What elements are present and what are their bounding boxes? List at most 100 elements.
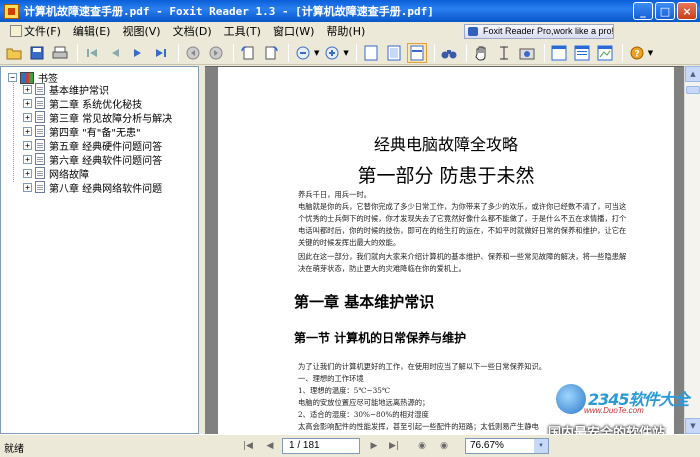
- menu-file[interactable]: 文件(F): [4, 23, 67, 40]
- menu-help[interactable]: 帮助(H): [320, 23, 371, 40]
- minimize-button[interactable]: _: [633, 2, 653, 20]
- menu-document[interactable]: 文档(D): [167, 23, 218, 40]
- toolbar-separator: [543, 43, 545, 62]
- fit-width-icon[interactable]: [406, 42, 427, 63]
- collapse-icon[interactable]: −: [8, 73, 17, 82]
- status-bar: 就绪 |◀ ◀ 1 / 181 ▶ ▶| ◉ ◉ 76.67% ▼: [0, 434, 700, 457]
- continuous-icon[interactable]: [572, 43, 592, 63]
- bookmark-label: 第二章 系统优化秘技: [49, 99, 143, 111]
- snapshot-icon[interactable]: [517, 43, 537, 63]
- page-icon: [35, 153, 45, 165]
- prev-page-icon[interactable]: ◀: [262, 438, 278, 454]
- promo-banner[interactable]: Foxit Reader Pro,work like a pro!: [464, 24, 614, 39]
- menu-window[interactable]: 窗口(W): [267, 23, 320, 40]
- site-logo-icon: [556, 384, 586, 414]
- expand-icon[interactable]: +: [23, 112, 32, 122]
- last-page-icon[interactable]: ▶|: [386, 438, 402, 454]
- pdf-page: 经典电脑故障全攻略 第一部分 防患于未然 养兵千日，用兵一时。 电脑就是你的兵，…: [218, 67, 674, 434]
- chevron-down-icon[interactable]: ▼: [534, 439, 548, 453]
- bookmark-item[interactable]: + 第六章 经典软件问题问答: [23, 152, 163, 167]
- select-text-icon[interactable]: [494, 43, 514, 63]
- facing-icon[interactable]: [595, 43, 615, 63]
- first-page-icon[interactable]: |◀: [240, 438, 256, 454]
- close-button[interactable]: ×: [677, 2, 697, 20]
- chevron-down-icon[interactable]: ▼: [314, 49, 319, 57]
- bookmark-item[interactable]: + 第八章 经典网络软件问题: [23, 180, 162, 195]
- open-folder-icon[interactable]: [4, 43, 24, 63]
- expand-icon[interactable]: +: [23, 140, 32, 150]
- forward-icon[interactable]: ◉: [436, 438, 452, 454]
- back-icon[interactable]: ◉: [414, 438, 430, 454]
- forward-icon[interactable]: [206, 43, 226, 63]
- svg-text:?: ?: [634, 49, 639, 59]
- zoom-in-icon[interactable]: [322, 43, 342, 63]
- zoom-out-icon[interactable]: [293, 43, 313, 63]
- scroll-up-icon[interactable]: ▲: [685, 66, 700, 82]
- hand-tool-icon[interactable]: [471, 43, 491, 63]
- rotate-left-icon[interactable]: [238, 43, 258, 63]
- zoom-select[interactable]: 76.67% ▼: [465, 438, 549, 454]
- print-icon[interactable]: [50, 43, 70, 63]
- bookmark-item[interactable]: + 第五章 经典硬件问题问答: [23, 138, 163, 153]
- page-icon: [35, 167, 45, 179]
- doc-paragraph: 电脑就是你的兵，它替你完成了多少日常工作，为你带来了多少的欢乐，或许你已经数不清…: [298, 202, 627, 247]
- back-icon[interactable]: [183, 43, 203, 63]
- next-page-icon[interactable]: ▶: [366, 438, 382, 454]
- toolbar: ▼ ▼ ? ▼: [0, 41, 700, 65]
- expand-icon[interactable]: +: [23, 168, 32, 178]
- bookmark-label: 第五章 经典硬件问题问答: [49, 141, 163, 153]
- bookmark-item[interactable]: + 第四章 "有"备"无患": [23, 124, 141, 139]
- doc-paragraph: 因此在这一部分，我们就向大家来介绍计算机的基本维护、保养和一些常见故障的解决，将…: [298, 252, 627, 273]
- bookmark-item[interactable]: + 基本维护常识: [23, 82, 109, 97]
- toolbar-separator: [233, 43, 234, 62]
- document-icon: [10, 25, 22, 37]
- expand-icon[interactable]: +: [23, 84, 32, 94]
- menu-tools[interactable]: 工具(T): [218, 23, 267, 40]
- next-page-icon[interactable]: [128, 43, 148, 63]
- site-url: www.DuoTe.com: [584, 406, 644, 415]
- bookmark-panel: − 书签 + 基本维护常识 + 第二章 系统优化秘技 + 第三章 常见故障分析与解决 …: [0, 66, 199, 434]
- zoom-value: 76.67%: [470, 440, 504, 451]
- fit-page-icon[interactable]: [384, 43, 404, 63]
- bookmark-label: 第三章 常见故障分析与解决: [49, 113, 173, 125]
- actual-size-icon[interactable]: [361, 43, 381, 63]
- toolbar-separator: [355, 43, 357, 62]
- bookmark-label: 第六章 经典软件问题问答: [49, 155, 163, 167]
- tree-lines: [13, 78, 14, 182]
- expand-icon[interactable]: +: [23, 126, 32, 136]
- doc-chapter-heading: 第一章 基本维护常识: [294, 293, 435, 311]
- toolbar-separator: [288, 43, 289, 62]
- toolbar-separator: [178, 43, 179, 62]
- document-viewport[interactable]: 经典电脑故障全攻略 第一部分 防患于未然 养兵千日，用兵一时。 电脑就是你的兵，…: [205, 66, 684, 434]
- find-binoculars-icon[interactable]: [439, 43, 459, 63]
- expand-icon[interactable]: +: [23, 182, 32, 192]
- foxit-app-icon: [4, 3, 19, 19]
- last-page-icon[interactable]: [151, 43, 171, 63]
- save-icon[interactable]: [27, 43, 47, 63]
- expand-icon[interactable]: +: [23, 98, 32, 108]
- bookmark-item[interactable]: + 网络故障: [23, 166, 89, 181]
- chevron-down-icon[interactable]: ▼: [343, 49, 348, 57]
- page-icon: [35, 97, 45, 109]
- rotate-right-icon[interactable]: [261, 43, 281, 63]
- vertical-scrollbar[interactable]: ▲ ▼: [684, 66, 700, 434]
- page-icon: [35, 83, 45, 95]
- expand-icon[interactable]: +: [23, 154, 32, 164]
- bookmark-item[interactable]: + 第三章 常见故障分析与解决: [23, 110, 173, 125]
- prev-page-icon[interactable]: [105, 43, 125, 63]
- bookmark-item[interactable]: + 第二章 系统优化秘技: [23, 96, 143, 111]
- help-icon[interactable]: ?: [627, 43, 647, 63]
- bookmark-label: 网络故障: [49, 169, 89, 181]
- page-icon: [35, 139, 45, 151]
- download-site-watermark: 2345软件大全 www.DuoTe.com 国内最安全的软件站: [546, 382, 696, 442]
- maximize-button[interactable]: □: [655, 2, 675, 20]
- menu-edit[interactable]: 编辑(E): [67, 23, 117, 40]
- scroll-thumb[interactable]: [686, 86, 700, 94]
- menu-view[interactable]: 视图(V): [116, 23, 166, 40]
- menu-bar: 文件(F) 编辑(E) 视图(V) 文档(D) 工具(T) 窗口(W) 帮助(H…: [0, 22, 700, 41]
- single-page-icon[interactable]: [549, 43, 569, 63]
- toolbar-separator: [621, 43, 623, 62]
- first-page-icon[interactable]: [82, 43, 102, 63]
- page-number-input[interactable]: 1 / 181: [282, 438, 360, 454]
- chevron-down-icon[interactable]: ▼: [648, 49, 653, 57]
